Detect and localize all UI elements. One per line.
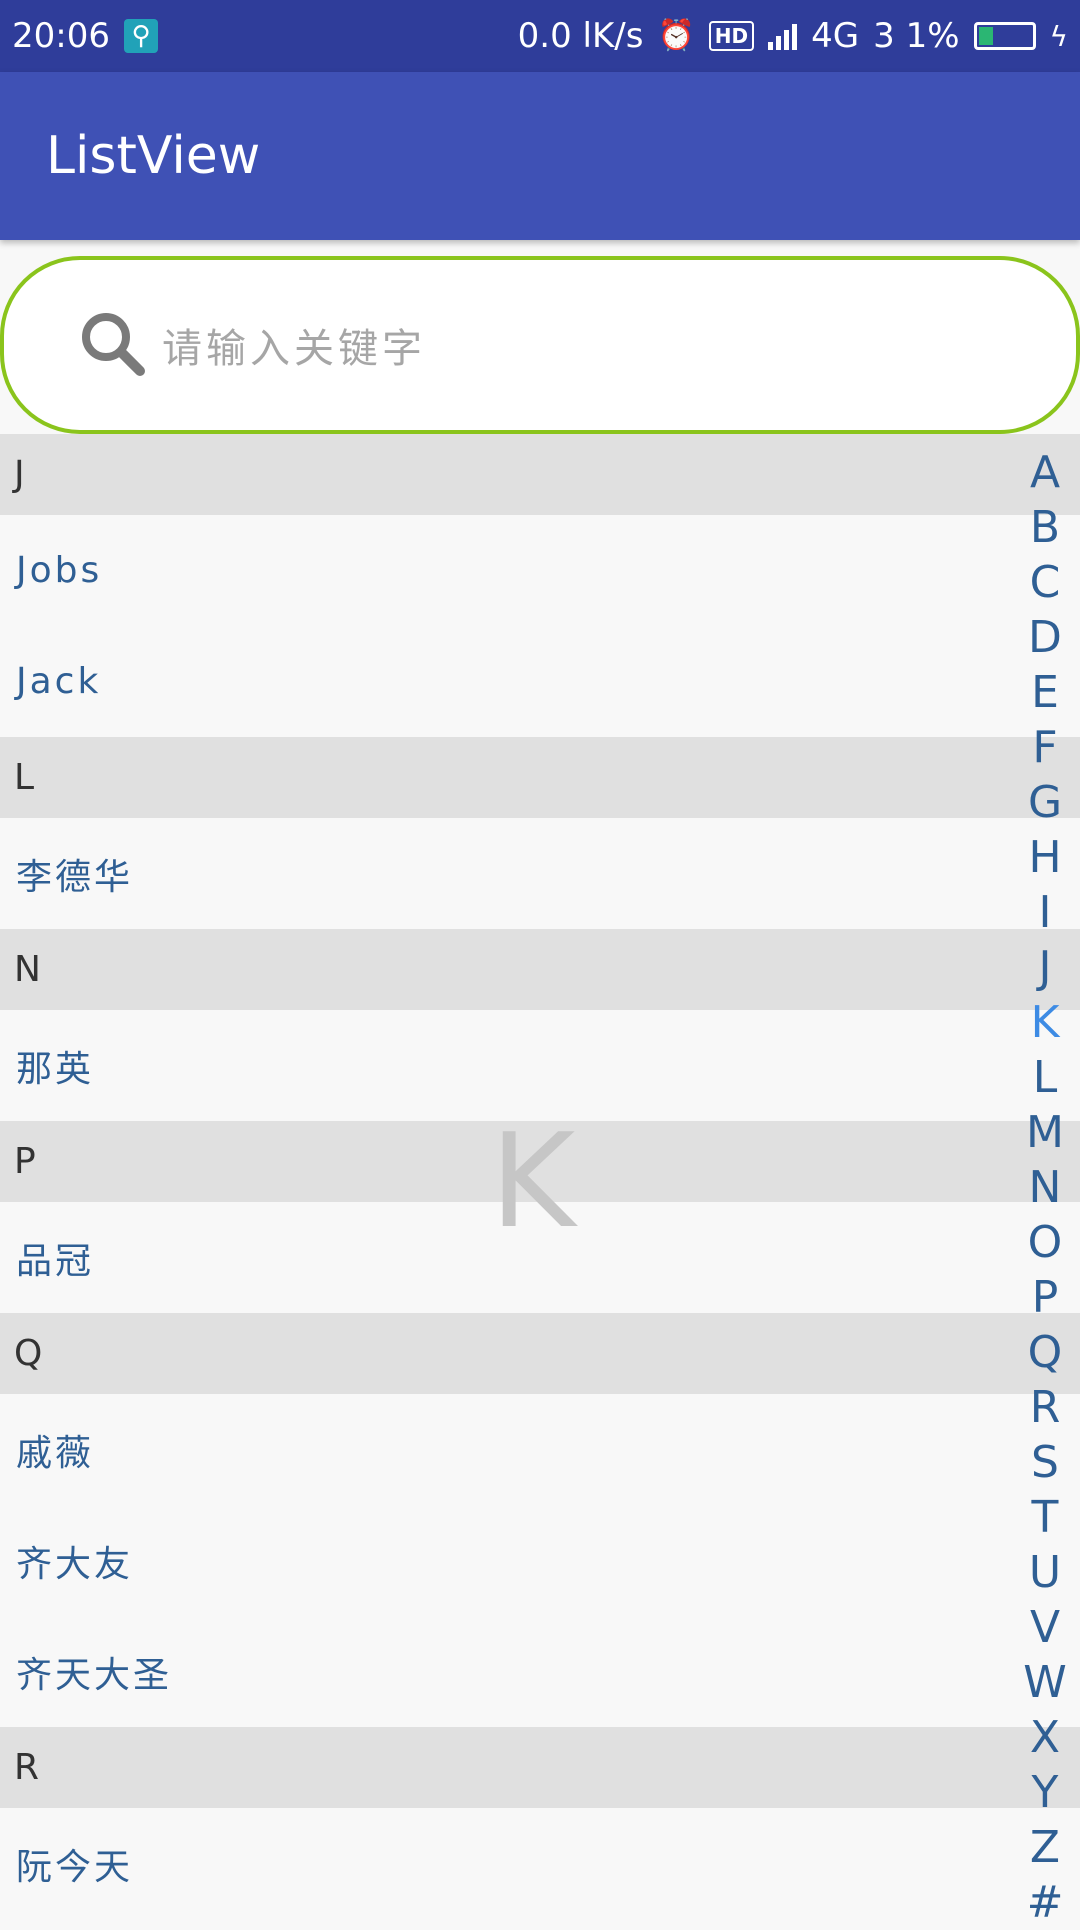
index-letter[interactable]: U [1029, 1545, 1061, 1600]
section-header: J [0, 434, 1080, 515]
section-header: N [0, 929, 1080, 1010]
list-item[interactable]: 阮今天 [0, 1808, 1080, 1919]
index-letter[interactable]: # [1027, 1875, 1064, 1930]
status-bar-right: 0.0 lK/s ⏰ HD 4G 3 1% ϟ [518, 16, 1068, 56]
index-letter[interactable]: J [1039, 940, 1052, 995]
list-item[interactable]: Jobs [0, 515, 1080, 626]
hd-icon: HD [708, 21, 755, 51]
battery-percent: 3 1% [873, 16, 960, 56]
search-icon [82, 313, 145, 376]
index-letter[interactable]: X [1030, 1710, 1060, 1765]
index-letter[interactable]: C [1030, 555, 1061, 610]
usb-icon: ⚲ [123, 19, 158, 53]
current-index-overlay: K [490, 1105, 576, 1257]
index-letter[interactable]: G [1028, 775, 1062, 830]
index-letter[interactable]: I [1039, 885, 1052, 940]
index-letter[interactable]: H [1028, 830, 1061, 885]
list-item[interactable]: 齐天大圣 [0, 1616, 1080, 1727]
section-header: Q [0, 1313, 1080, 1394]
index-letter[interactable]: P [1032, 1270, 1059, 1325]
list-item[interactable]: Jack [0, 626, 1080, 737]
index-letter[interactable]: T [1032, 1490, 1059, 1545]
charging-bolt-icon: ϟ [1049, 19, 1068, 53]
section-header: R [0, 1727, 1080, 1808]
status-bar-left: 20:06 ⚲ [12, 16, 158, 56]
network-speed: 0.0 lK/s [517, 16, 644, 56]
list-item[interactable]: 戚薇 [0, 1394, 1080, 1505]
status-bar: 20:06 ⚲ 0.0 lK/s ⏰ HD 4G 3 1% ϟ [0, 0, 1080, 72]
index-letter[interactable]: F [1032, 720, 1057, 775]
index-letter[interactable]: V [1030, 1600, 1060, 1655]
app-title: ListView [46, 126, 261, 186]
app-bar: ListView [0, 72, 1080, 240]
index-letter[interactable]: L [1033, 1050, 1058, 1105]
search-input[interactable]: 请输入关键字 [0, 256, 1080, 434]
index-letter[interactable]: Z [1030, 1820, 1060, 1875]
signal-icon [768, 22, 798, 50]
index-letter[interactable]: A [1030, 445, 1060, 500]
index-letter[interactable]: Q [1028, 1325, 1063, 1380]
section-header: L [0, 737, 1080, 818]
search-placeholder: 请输入关键字 [162, 326, 426, 372]
index-letter[interactable]: E [1031, 665, 1059, 720]
list-item[interactable]: 齐大友 [0, 1505, 1080, 1616]
status-time: 20:06 [12, 16, 110, 56]
alphabet-index-bar[interactable]: A B C D E F G H I J K L M N O P Q R S T U V W X Y Z # [1020, 445, 1070, 1930]
index-letter[interactable]: O [1028, 1215, 1063, 1270]
battery-icon [973, 22, 1036, 50]
index-letter[interactable]: B [1030, 500, 1060, 555]
index-letter[interactable]: K [1031, 995, 1060, 1050]
list-item[interactable]: 李德华 [0, 818, 1080, 929]
index-letter[interactable]: N [1029, 1160, 1062, 1215]
index-letter[interactable]: Y [1032, 1765, 1059, 1820]
network-type: 4G [811, 16, 860, 56]
index-letter[interactable]: D [1028, 610, 1062, 665]
index-letter[interactable]: W [1023, 1655, 1067, 1710]
index-letter[interactable]: M [1026, 1105, 1064, 1160]
index-letter[interactable]: R [1030, 1380, 1061, 1435]
index-letter[interactable]: S [1031, 1435, 1059, 1490]
alarm-icon: ⏰ [657, 18, 695, 53]
